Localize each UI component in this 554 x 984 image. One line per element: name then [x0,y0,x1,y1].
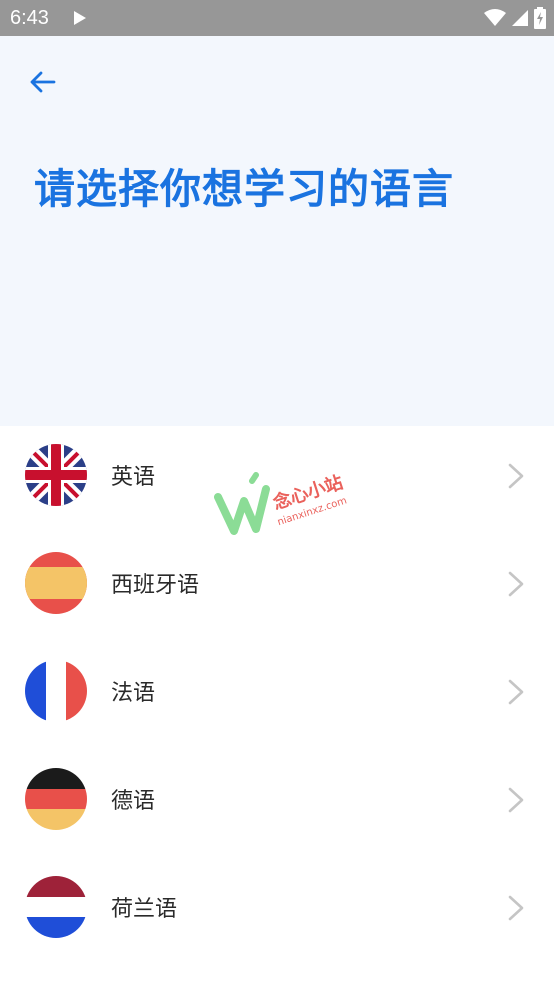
language-label: 西班牙语 [111,573,200,598]
back-button[interactable] [22,62,62,102]
battery-icon [534,7,546,29]
language-item-dutch[interactable]: 荷兰语 [0,853,554,961]
arrow-left-icon [30,71,56,93]
language-label: 德语 [111,789,156,814]
uk-flag-icon [25,444,87,506]
language-item-spanish[interactable]: 西班牙语 [0,529,554,637]
status-time: 6:43 [10,7,49,29]
spain-flag-icon [25,552,87,614]
netherlands-flag-icon [25,876,87,938]
status-icons [484,6,546,30]
chevron-right-icon [508,679,524,705]
language-label: 荷兰语 [111,897,178,922]
france-flag-icon [25,660,87,722]
germany-flag-icon [25,768,87,830]
wifi-icon [484,9,506,26]
watermark-logo: 念心小站 nianxinxz.com [214,471,348,535]
header-wave [0,360,554,417]
language-label: 法语 [111,681,156,706]
language-item-german[interactable]: 德语 [0,745,554,853]
status-bar: 6:43 [0,0,554,36]
chevron-right-icon [508,895,524,921]
signal-icon [512,10,528,26]
chevron-right-icon [508,787,524,813]
play-icon [74,11,86,25]
language-item-french[interactable]: 法语 [0,637,554,745]
language-label: 英语 [111,465,156,490]
page-title: 请选择你想学习的语言 [34,165,454,213]
chevron-right-icon [508,463,524,489]
chevron-right-icon [508,571,524,597]
